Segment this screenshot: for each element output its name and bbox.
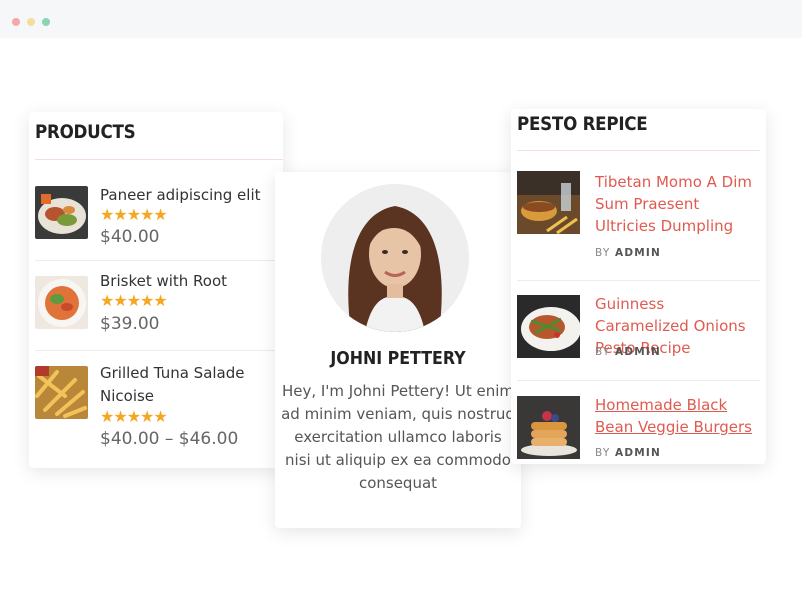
post-meta: BY ADMIN xyxy=(595,346,661,358)
product-item[interactable]: Grilled Tuna Salade Nicoise ★★★★★ $40.00… xyxy=(35,364,283,456)
browser-top-bar xyxy=(0,0,802,38)
post-item[interactable]: Guinness Caramelized Onions Pesto Recipe… xyxy=(517,295,760,365)
post-title-link[interactable]: Homemade Black Bean Veggie Burgers xyxy=(595,394,760,438)
product-divider xyxy=(35,350,283,351)
post-meta: BY ADMIN xyxy=(595,447,661,459)
author-avatar xyxy=(321,184,469,332)
product-divider xyxy=(35,260,283,261)
close-window-dot[interactable] xyxy=(12,18,20,26)
post-item[interactable]: Homemade Black Bean Veggie Burgers BY AD… xyxy=(517,396,760,460)
post-thumbnail[interactable] xyxy=(517,171,580,234)
title-divider xyxy=(35,159,283,160)
by-label: BY xyxy=(595,346,611,358)
post-title-link[interactable]: Tibetan Momo A Dim Sum Praesent Ultricie… xyxy=(595,171,760,237)
product-item[interactable]: Paneer adipiscing elit ★★★★★ $40.00 xyxy=(35,184,283,247)
post-author-link[interactable]: ADMIN xyxy=(615,447,661,459)
post-divider xyxy=(517,280,760,281)
recipe-widget-title: PESTO REPICE xyxy=(517,113,648,135)
product-item[interactable]: Brisket with Root ★★★★★ $39.00 xyxy=(35,272,283,336)
product-price: $40.00 xyxy=(100,227,160,247)
product-image[interactable] xyxy=(35,186,88,239)
post-thumbnail[interactable] xyxy=(517,396,580,459)
author-name: JOHNI PETTERY xyxy=(330,348,466,369)
author-bio: Hey, I'm Johni Pettery! Ut enim ad minim… xyxy=(281,382,515,492)
rating-stars: ★★★★★ xyxy=(100,205,168,224)
author-widget: JOHNI PETTERY Hey, I'm Johni Pettery! Ut… xyxy=(275,172,521,528)
products-title: PRODUCTS xyxy=(35,121,136,143)
maximize-window-dot[interactable] xyxy=(42,18,50,26)
post-thumbnail[interactable] xyxy=(517,295,580,358)
product-price: $40.00 – $46.00 xyxy=(100,429,239,449)
recipe-posts-widget: PESTO REPICE Tibetan Momo A Dim Sum Prae… xyxy=(511,109,766,464)
post-author-link[interactable]: ADMIN xyxy=(615,247,661,259)
rating-stars: ★★★★★ xyxy=(100,291,168,310)
minimize-window-dot[interactable] xyxy=(27,18,35,26)
post-meta: BY ADMIN xyxy=(595,247,661,259)
post-divider xyxy=(517,380,760,381)
products-widget: PRODUCTS Paneer adipiscing elit ★★★★★ $4… xyxy=(29,112,283,468)
rating-stars: ★★★★★ xyxy=(100,407,168,426)
product-image[interactable] xyxy=(35,366,88,419)
product-name[interactable]: Grilled Tuna Salade Nicoise xyxy=(100,362,275,408)
by-label: BY xyxy=(595,447,611,459)
product-price: $39.00 xyxy=(100,314,160,334)
product-name[interactable]: Paneer adipiscing elit xyxy=(100,184,275,207)
post-item[interactable]: Tibetan Momo A Dim Sum Praesent Ultricie… xyxy=(517,171,760,263)
product-name[interactable]: Brisket with Root xyxy=(100,270,275,293)
product-image[interactable] xyxy=(35,276,88,329)
title-divider xyxy=(517,150,760,151)
by-label: BY xyxy=(595,247,611,259)
post-author-link[interactable]: ADMIN xyxy=(615,346,661,358)
